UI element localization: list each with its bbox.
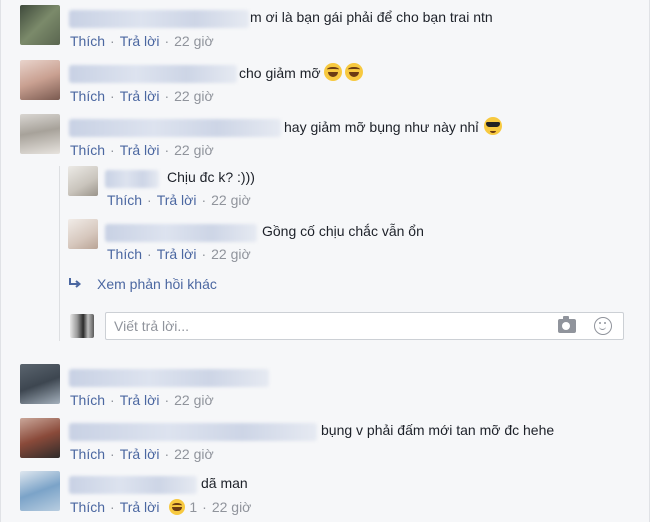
cool-emoji-icon: [484, 117, 503, 135]
like-button[interactable]: Thích: [107, 192, 142, 208]
reply-button[interactable]: Trả lời: [120, 446, 160, 462]
comment-body: cho giảm mỡ: [239, 63, 363, 82]
commenter-name[interactable]: [69, 119, 281, 137]
replier-name[interactable]: [105, 224, 257, 242]
avatar[interactable]: [68, 219, 98, 249]
haha-reaction-icon[interactable]: [169, 499, 186, 515]
like-button[interactable]: Thích: [107, 246, 142, 262]
like-button[interactable]: Thích: [70, 499, 105, 515]
avatar[interactable]: [20, 418, 60, 458]
smiley-icon[interactable]: [594, 317, 612, 335]
avatar[interactable]: [20, 60, 60, 100]
timestamp[interactable]: 22 giờ: [174, 392, 214, 408]
timestamp[interactable]: 22 giờ: [211, 246, 251, 262]
like-button[interactable]: Thích: [70, 446, 105, 462]
timestamp[interactable]: 22 giờ: [174, 88, 214, 104]
timestamp[interactable]: 22 giờ: [212, 499, 252, 515]
comment-section: m ơi là bạn gái phải để cho bạn trai ntn…: [0, 0, 650, 522]
comment-actions: Thích · Trả lời · 22 giờ: [70, 88, 214, 104]
timestamp[interactable]: 22 giờ: [174, 33, 214, 49]
reply-text: Gồng cố chịu chắc vẫn ổn: [262, 223, 424, 239]
like-button[interactable]: Thích: [70, 33, 105, 49]
like-button[interactable]: Thích: [70, 392, 105, 408]
reply-actions: Thích · Trả lời · 22 giờ: [107, 246, 251, 262]
like-button[interactable]: Thích: [70, 88, 105, 104]
reply-input[interactable]: [114, 317, 534, 335]
avatar[interactable]: [20, 471, 60, 511]
comment-actions: Thích · Trả lời · 22 giờ: [70, 33, 214, 49]
camera-icon[interactable]: [558, 316, 576, 333]
commenter-name[interactable]: [69, 423, 317, 441]
comment-text: hay giảm mỡ bụng như này nhỉ: [284, 119, 479, 135]
reply-button[interactable]: Trả lời: [120, 33, 160, 49]
avatar[interactable]: [20, 114, 60, 154]
thread-divider: [59, 166, 60, 341]
reaction-count[interactable]: 1: [189, 499, 197, 515]
reply-button[interactable]: Trả lời: [120, 88, 160, 104]
timestamp[interactable]: 22 giờ: [211, 192, 251, 208]
comment-actions: Thích · Trả lời · 22 giờ: [70, 142, 214, 158]
commenter-name[interactable]: [69, 10, 249, 28]
more-replies-link[interactable]: Xem phản hồi khác: [97, 275, 217, 293]
commenter-name[interactable]: [69, 369, 269, 387]
reply-button[interactable]: Trả lời: [157, 246, 197, 262]
reply-button[interactable]: Trả lời: [120, 392, 160, 408]
reply-actions: Thích · Trả lời · 22 giờ: [107, 192, 251, 208]
reply-button[interactable]: Trả lời: [120, 499, 160, 515]
commenter-name[interactable]: [69, 476, 197, 494]
comment-body: hay giảm mỡ bụng như này nhỉ: [284, 117, 503, 136]
reply-composer[interactable]: [105, 312, 624, 340]
timestamp[interactable]: 22 giờ: [174, 142, 214, 158]
comment-text: bụng v phải đấm mới tan mỡ đc hehe: [321, 422, 555, 438]
comment-text: cho giảm mỡ: [239, 65, 321, 81]
laughing-emoji-icon: [344, 63, 363, 81]
replier-name[interactable]: [105, 170, 159, 188]
reply-text: Chịu đc k? :))): [167, 169, 255, 185]
avatar[interactable]: [20, 5, 60, 45]
comment-actions: Thích · Trả lời 1 · 22 giờ: [70, 499, 252, 515]
avatar[interactable]: [20, 364, 60, 404]
laughing-emoji-icon: [323, 63, 342, 81]
user-avatar[interactable]: [70, 314, 94, 338]
comment-text: m ơi là bạn gái phải để cho bạn trai ntn: [250, 9, 493, 25]
timestamp[interactable]: 22 giờ: [174, 446, 214, 462]
reply-button[interactable]: Trả lời: [120, 142, 160, 158]
reply-arrow-icon: [69, 278, 82, 288]
commenter-name[interactable]: [69, 65, 237, 83]
comment-actions: Thích · Trả lời · 22 giờ: [70, 446, 214, 462]
comment-text: dã man: [201, 475, 248, 491]
like-button[interactable]: Thích: [70, 142, 105, 158]
comment-actions: Thích · Trả lời · 22 giờ: [70, 392, 214, 408]
avatar[interactable]: [68, 166, 98, 196]
reply-button[interactable]: Trả lời: [157, 192, 197, 208]
